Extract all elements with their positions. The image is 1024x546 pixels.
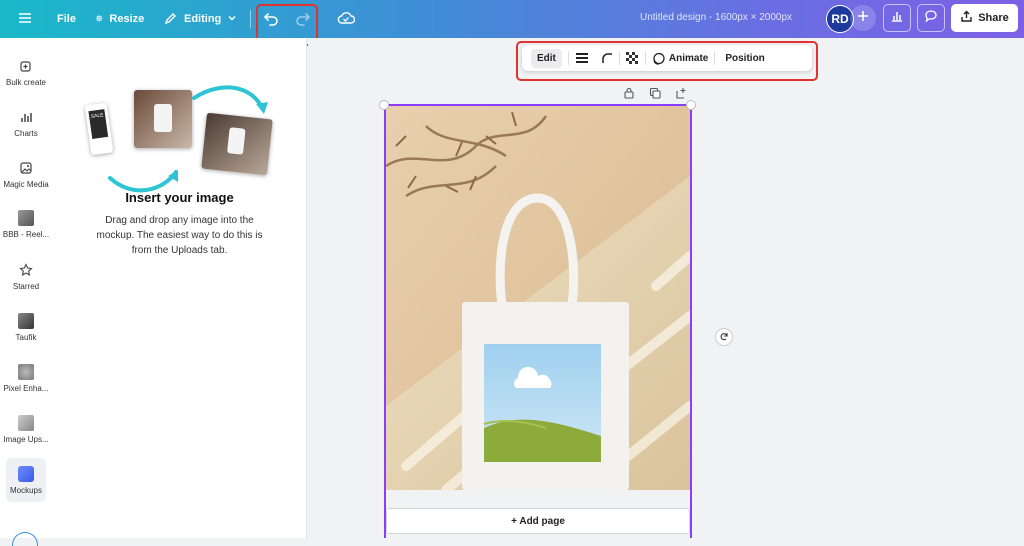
- star-icon: [18, 262, 34, 278]
- sidebar-item-taufik[interactable]: Taufik: [0, 313, 52, 342]
- sidebar-item-label: Charts: [14, 129, 38, 138]
- app-thumbnail-icon: [18, 364, 34, 380]
- sidebar-item-label: Mockups: [9, 486, 42, 495]
- mockups-icon: [18, 466, 34, 482]
- editing-label: Editing: [184, 13, 222, 25]
- left-sidebar: Bulk create Charts Magic Media BBB - Ree…: [0, 38, 52, 546]
- sidebar-item-label: BBB - Reel...: [2, 230, 50, 239]
- share-label: Share: [978, 12, 1009, 24]
- illustration-arrows: [92, 80, 282, 200]
- toolbar-divider: [250, 10, 251, 28]
- bulk-create-icon: [18, 58, 34, 74]
- resize-button[interactable]: ✵ Resize: [95, 0, 144, 38]
- context-toolbar-highlight: [516, 41, 818, 81]
- sidebar-item-label: Bulk create: [5, 78, 47, 87]
- app-thumbnail-icon: [18, 313, 34, 329]
- app-thumbnail-icon: [18, 415, 34, 431]
- sidebar-item-mockups[interactable]: Mockups: [0, 466, 52, 495]
- sidebar-item-label: Magic Media: [3, 180, 49, 189]
- sidebar-item-pixel-enhancer[interactable]: Pixel Enha...: [0, 364, 52, 393]
- magic-media-icon: [18, 160, 34, 176]
- resize-handle-top-left[interactable]: [379, 100, 389, 110]
- file-label: File: [57, 13, 76, 25]
- panel-description: Drag and drop any image into the mockup.…: [96, 215, 263, 256]
- sidebar-item-label: Image Ups...: [3, 435, 49, 444]
- plus-icon: [857, 9, 869, 27]
- comments-button[interactable]: [917, 4, 945, 32]
- lock-icon[interactable]: [623, 86, 635, 99]
- sidebar-item-label: Starred: [12, 282, 40, 291]
- add-element-icon[interactable]: [675, 86, 687, 99]
- mockup-photo[interactable]: [386, 106, 690, 490]
- charts-icon: [18, 109, 34, 125]
- share-upload-icon: [960, 10, 973, 26]
- top-toolbar: File ✵ Resize Editing Untitled design - …: [0, 0, 1024, 46]
- sidebar-item-label: Taufik: [15, 333, 37, 342]
- sidebar-more-icon[interactable]: [12, 532, 38, 546]
- sidebar-item-bbb-reel[interactable]: BBB - Reel...: [0, 210, 52, 239]
- panel-heading: Insert your image: [125, 190, 234, 205]
- add-collaborator-button[interactable]: [850, 5, 876, 31]
- comment-icon: [924, 9, 938, 28]
- sidebar-item-label: Pixel Enha...: [3, 384, 49, 393]
- editing-mode-dropdown[interactable]: Editing: [164, 0, 237, 38]
- menu-icon[interactable]: [18, 11, 32, 25]
- bar-chart-icon: [890, 9, 904, 28]
- file-menu-button[interactable]: File: [57, 0, 76, 38]
- resize-icon: ✵: [95, 13, 104, 25]
- document-title[interactable]: Untitled design - 1600px × 2000px: [640, 12, 792, 23]
- add-page-button[interactable]: + Add page: [386, 508, 690, 534]
- rotate-handle[interactable]: [715, 328, 733, 346]
- app-thumbnail-icon: [18, 210, 34, 226]
- share-button[interactable]: Share: [951, 4, 1018, 32]
- sidebar-item-charts[interactable]: Charts: [0, 109, 52, 138]
- sidebar-item-image-upscaler[interactable]: Image Ups...: [0, 415, 52, 444]
- cloud-save-icon[interactable]: [337, 10, 356, 26]
- pencil-icon: [164, 11, 178, 28]
- rotate-icon: [719, 332, 729, 342]
- chevron-down-icon: [227, 13, 237, 26]
- resize-handle-top-right[interactable]: [686, 100, 696, 110]
- sidebar-item-starred[interactable]: Starred: [0, 262, 52, 291]
- sidebar-item-magic-media[interactable]: Magic Media: [0, 160, 52, 189]
- sidebar-item-bulk-create[interactable]: Bulk create: [0, 58, 52, 87]
- mockups-panel: SALE Insert your image Drag and drop any…: [52, 38, 307, 538]
- duplicate-icon[interactable]: [649, 86, 661, 99]
- insights-button[interactable]: [883, 4, 911, 32]
- resize-label: Resize: [109, 13, 145, 25]
